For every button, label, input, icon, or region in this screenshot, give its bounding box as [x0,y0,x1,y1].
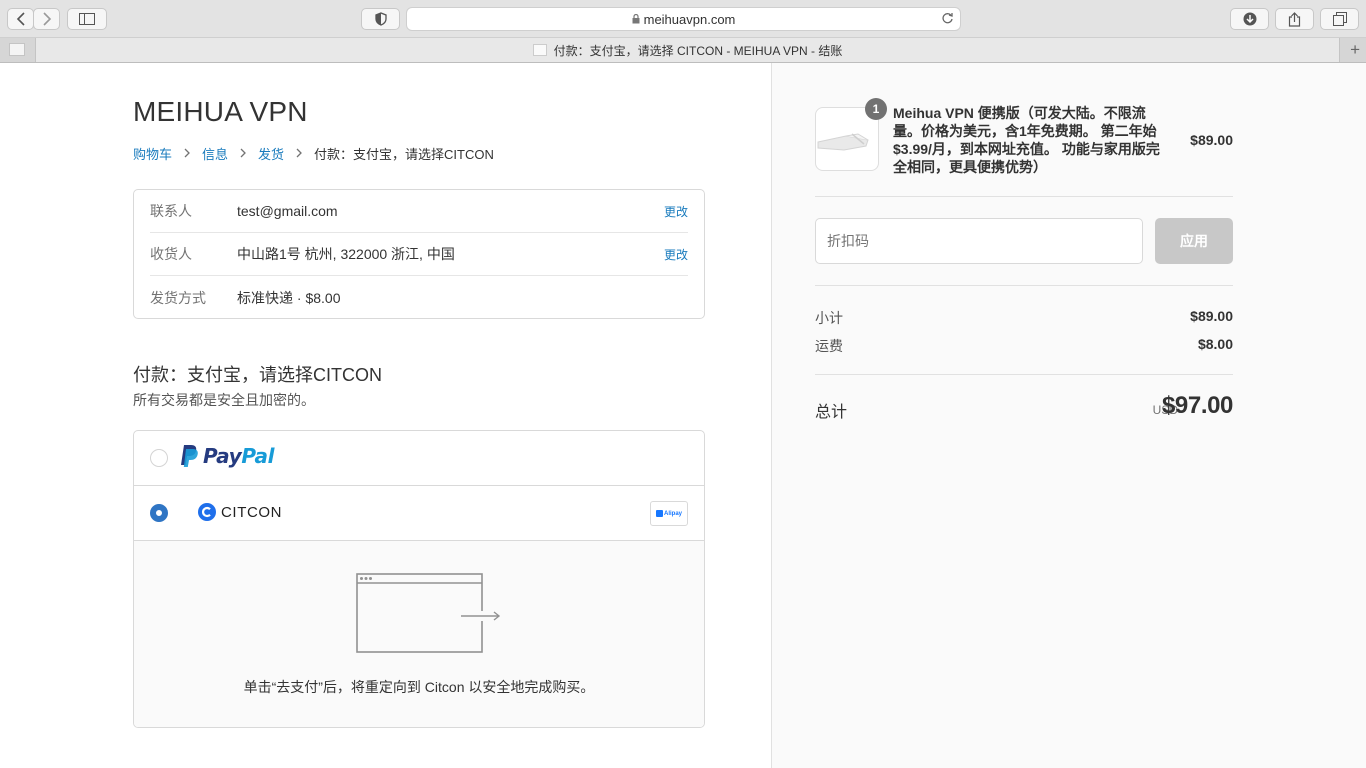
pinned-tab[interactable] [9,43,25,56]
chevron-right-icon [42,12,51,26]
tab-title: 付款：支付宝，请选择 CITCON - MEIHUA VPN - 结账 [553,43,843,58]
sidebar-icon [79,13,95,25]
subtotal-line: 小计 $89.00 [815,308,1233,328]
subtotal-label: 小计 [815,310,843,326]
shipto-value: 中山路1号 杭州, 322000 浙江, 中国 [237,246,455,262]
paypal-p-icon [181,445,198,467]
address-bar[interactable]: meihuavpn.com [406,7,961,31]
review-row-method: 发货方式 标准快递 · $8.00 [150,276,688,319]
shipping-value: $8.00 [1197,336,1233,352]
new-tab-button[interactable]: + [1350,41,1360,58]
divider [815,285,1233,286]
product-price: $89.00 [1190,132,1233,148]
payment-methods: PayPal CITCON Alipay 单击“去支付”后，将重定向到 Citc… [133,430,705,728]
share-icon [1288,11,1301,27]
chevron-right-icon [296,146,302,161]
paypal-logo: PayPal [179,444,275,468]
paypal-radio[interactable] [150,449,168,467]
citcon-c-icon [198,503,216,521]
discount-code-input[interactable] [815,218,1143,264]
url-text: meihuavpn.com [643,11,736,27]
breadcrumb-information[interactable]: 信息 [202,144,228,163]
breadcrumb-payment: 付款：支付宝，请选择CITCON [314,147,494,162]
payment-option-citcon[interactable]: CITCON Alipay [134,486,704,541]
change-contact-link[interactable]: 更改 [664,203,688,220]
divider [815,374,1233,375]
breadcrumb-cart[interactable]: 购物车 [133,144,172,163]
payment-subtitle: 所有交易都是安全且加密的。 [133,392,315,408]
apply-discount-button[interactable]: 应用 [1155,218,1233,264]
sidebar-toggle-button[interactable] [67,8,107,30]
download-icon [1243,12,1256,26]
contact-label: 联系人 [150,203,192,219]
chevron-right-icon [184,146,190,161]
privacy-report-button[interactable] [361,8,400,30]
tabs-overview-button[interactable] [1320,8,1359,30]
citcon-radio[interactable] [150,504,168,522]
citcon-logo: CITCON [198,503,282,521]
back-button[interactable] [7,8,34,30]
payment-option-paypal[interactable]: PayPal [134,431,704,486]
divider [815,196,1233,197]
redirect-panel: 单击“去支付”后，将重定向到 Citcon 以安全地完成购买。 [134,541,704,727]
review-row-contact: 联系人 test@gmail.com 更改 [150,190,688,233]
order-summary: 1 Meihua VPN 便携版（可发大陆。不限流量。价格为美元，含1年免费期。… [772,63,1366,768]
paypal-wordmark: PayPal [203,444,275,468]
method-label: 发货方式 [150,289,206,306]
tabs-icon [1332,12,1347,26]
shipto-label: 收货人 [150,246,192,262]
total-value: $97.00 [1161,392,1233,419]
share-button[interactable] [1275,8,1314,30]
tab-active[interactable]: 付款：支付宝，请选择 CITCON - MEIHUA VPN - 结账 [35,38,1340,62]
breadcrumb: 购物车 信息 发货 付款：支付宝，请选择CITCON [133,144,494,163]
shield-icon [374,12,387,26]
chevron-left-icon [16,12,25,26]
subtotal-value: $89.00 [1190,308,1233,324]
shipping-line: 运费 $8.00 [815,336,1233,356]
alipay-badge: Alipay [650,501,688,526]
change-address-link[interactable]: 更改 [664,246,688,263]
payment-title: 付款：支付宝，请选择CITCON [133,365,382,385]
downloads-button[interactable] [1230,8,1269,30]
quantity-badge: 1 [865,98,887,120]
browser-redirect-icon [356,573,501,653]
review-block: 联系人 test@gmail.com 更改 收货人 中山路1号 杭州, 3220… [133,189,705,319]
tab-bar: 付款：支付宝，请选择 CITCON - MEIHUA VPN - 结账 + [0,38,1366,63]
store-title[interactable]: MEIHUA VPN [133,96,308,128]
redirect-text: 单击“去支付”后，将重定向到 Citcon 以安全地完成购买。 [243,679,595,695]
checkout-main: MEIHUA VPN 购物车 信息 发货 付款：支付宝，请选择CITCON 联系… [0,63,772,768]
forward-button[interactable] [33,8,60,30]
chevron-right-icon [240,146,246,161]
favicon-icon [532,44,547,56]
citcon-wordmark: CITCON [221,503,283,521]
shipping-label: 运费 [815,338,843,354]
browser-toolbar: meihuavpn.com [0,0,1366,38]
lock-icon [632,12,640,27]
method-value: 标准快递 · $8.00 [237,289,341,306]
total-label: 总计 [815,404,848,421]
product-name: Meihua VPN 便携版（可发大陆。不限流量。价格为美元，含1年免费期。 第… [893,105,1160,175]
reload-icon[interactable] [941,12,954,28]
contact-value: test@gmail.com [237,203,338,219]
alipay-icon [655,510,663,517]
breadcrumb-shipping[interactable]: 发货 [258,144,284,163]
alipay-badge-label: Alipay [663,510,682,517]
review-row-shipto: 收货人 中山路1号 杭州, 322000 浙江, 中国 更改 [150,233,688,276]
